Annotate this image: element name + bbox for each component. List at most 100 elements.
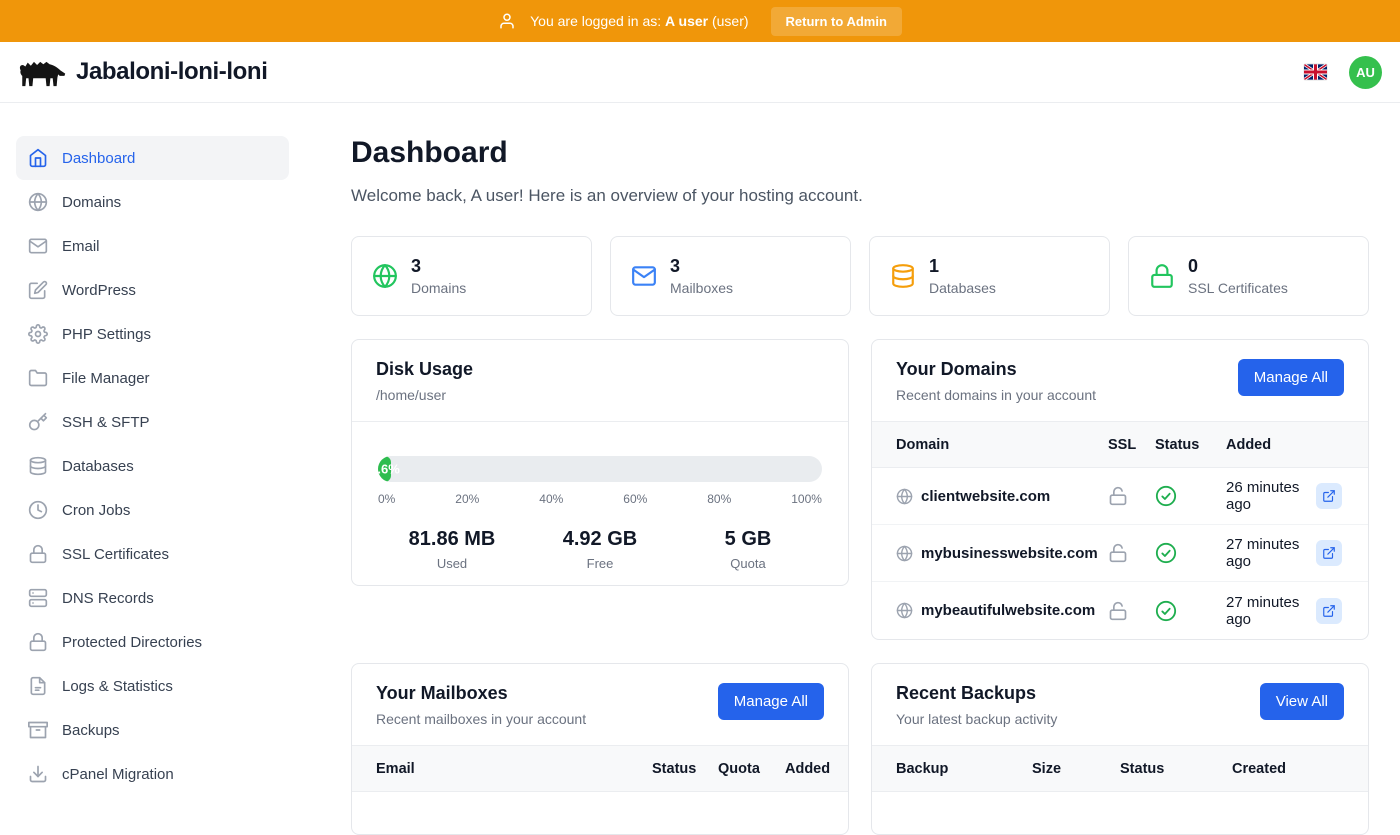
column-header-status: Status (1120, 761, 1232, 777)
sidebar-item-protected-directories[interactable]: Protected Directories (16, 620, 289, 664)
database-icon (890, 263, 916, 289)
backups-table-body (872, 792, 1368, 834)
page-title: Dashboard (351, 136, 1369, 170)
domain-added: 27 minutes ago (1226, 594, 1316, 628)
banner-username: A user (665, 13, 708, 29)
header-actions: AU (1304, 56, 1384, 89)
user-icon (498, 12, 516, 30)
sidebar-item-ssh-sftp[interactable]: SSH & SFTP (16, 400, 289, 444)
mailboxes-subtitle: Recent mailboxes in your account (376, 711, 586, 727)
scale-tick: 0% (378, 492, 395, 506)
sidebar-item-dashboard[interactable]: Dashboard (16, 136, 289, 180)
scale-tick: 20% (455, 492, 479, 506)
user-avatar[interactable]: AU (1349, 56, 1382, 89)
key-icon (28, 412, 48, 432)
globe-icon (372, 263, 398, 289)
stat-card-databases: 1Databases (869, 236, 1110, 316)
view-backups-button[interactable]: View All (1260, 683, 1344, 720)
archive-icon (28, 720, 48, 740)
mail-icon (28, 236, 48, 256)
backups-subtitle: Your latest backup activity (896, 711, 1057, 727)
ssl-unlocked-icon (1108, 601, 1155, 621)
stat-card-mailboxes: 3Mailboxes (610, 236, 851, 316)
lock-icon (28, 632, 48, 652)
cards-row-bottom: Your Mailboxes Recent mailboxes in your … (351, 663, 1369, 835)
server-icon (28, 588, 48, 608)
brand[interactable]: Jabaloni-loni-loni (16, 54, 267, 90)
status-active-icon (1155, 542, 1226, 564)
domains-subtitle: Recent domains in your account (896, 387, 1096, 403)
main-content: Dashboard Welcome back, A user! Here is … (305, 103, 1400, 800)
open-domain-button[interactable] (1316, 483, 1342, 509)
stat-label: Domains (411, 280, 466, 296)
column-header-domain: Domain (896, 437, 1108, 453)
disk-usage-bar: 1.6% (378, 456, 822, 482)
banner-role: (user) (712, 13, 749, 29)
sidebar-item-email[interactable]: Email (16, 224, 289, 268)
open-domain-button[interactable] (1316, 540, 1342, 566)
column-header-added: Added (785, 761, 830, 777)
manage-mailboxes-button[interactable]: Manage All (718, 683, 824, 720)
domain-row: mybeautifulwebsite.com27 minutes ago (872, 582, 1368, 639)
sidebar-item-backups[interactable]: Backups (16, 708, 289, 752)
banner-message-prefix: You are logged in as: (530, 13, 661, 29)
folder-icon (28, 368, 48, 388)
disk-stat-quota: 5 GBQuota (674, 528, 822, 571)
edit-icon (28, 280, 48, 300)
brand-name: Jabaloni-loni-loni (76, 58, 267, 86)
domains-table-body: clientwebsite.com26 minutes agomybusines… (872, 468, 1368, 639)
column-header-ssl: SSL (1108, 437, 1155, 453)
open-domain-button[interactable] (1316, 598, 1342, 624)
banner-message: You are logged in as: A user (user) (530, 13, 748, 29)
your-domains-card: Your Domains Recent domains in your acco… (871, 339, 1369, 640)
uk-flag-icon[interactable] (1304, 64, 1327, 80)
stat-value: 3 (411, 256, 466, 278)
manage-domains-button[interactable]: Manage All (1238, 359, 1344, 396)
globe-icon (28, 192, 48, 212)
sidebar-item-databases[interactable]: Databases (16, 444, 289, 488)
mail-icon (631, 263, 657, 289)
mailboxes-table-body (352, 792, 848, 834)
column-header-backup: Backup (896, 761, 1032, 777)
scale-tick: 40% (539, 492, 563, 506)
disk-usage-title: Disk Usage (376, 359, 473, 380)
column-header-email: Email (376, 761, 652, 777)
globe-icon (896, 545, 913, 562)
sidebar-item-ssl-certificates[interactable]: SSL Certificates (16, 532, 289, 576)
disk-scale: 0%20%40%60%80%100% (378, 492, 822, 506)
ssl-unlocked-icon (1108, 543, 1155, 563)
status-active-icon (1155, 485, 1226, 507)
gear-icon (28, 324, 48, 344)
sidebar-item-cron-jobs[interactable]: Cron Jobs (16, 488, 289, 532)
disk-usage-card: Disk Usage /home/user 1.6% 0%20%40%60%80… (351, 339, 849, 586)
column-header-size: Size (1032, 761, 1120, 777)
sidebar-item-cpanel-migration[interactable]: cPanel Migration (16, 752, 289, 796)
clock-icon (28, 500, 48, 520)
backups-title: Recent Backups (896, 683, 1057, 704)
return-to-admin-button[interactable]: Return to Admin (771, 7, 902, 36)
domain-name: clientwebsite.com (921, 488, 1050, 505)
lock-icon (28, 544, 48, 564)
status-active-icon (1155, 600, 1226, 622)
sidebar-item-file-manager[interactable]: File Manager (16, 356, 289, 400)
file-icon (28, 676, 48, 696)
stat-label: SSL Certificates (1188, 280, 1288, 296)
sidebar-item-logs-statistics[interactable]: Logs & Statistics (16, 664, 289, 708)
sidebar-item-php-settings[interactable]: PHP Settings (16, 312, 289, 356)
domains-table-header: DomainSSLStatusAdded (872, 421, 1368, 468)
sidebar-item-dns-records[interactable]: DNS Records (16, 576, 289, 620)
boar-logo-icon (16, 54, 66, 90)
sidebar-item-wordpress[interactable]: WordPress (16, 268, 289, 312)
scale-tick: 100% (791, 492, 822, 506)
column-header-created: Created (1232, 761, 1344, 777)
mailboxes-table-header: EmailStatusQuotaAdded (352, 745, 848, 792)
impersonation-banner: You are logged in as: A user (user) Retu… (0, 0, 1400, 42)
column-header-quota: Quota (718, 761, 785, 777)
sidebar-item-domains[interactable]: Domains (16, 180, 289, 224)
column-header-status: Status (652, 761, 718, 777)
stat-card-ssl-certificates: 0SSL Certificates (1128, 236, 1369, 316)
stat-value: 1 (929, 256, 996, 278)
mailboxes-title: Your Mailboxes (376, 683, 586, 704)
disk-stat-used: 81.86 MBUsed (378, 528, 526, 571)
stats-row: 3 Domains 3Mailboxes1Databases0SSL Certifi… (351, 236, 1369, 316)
